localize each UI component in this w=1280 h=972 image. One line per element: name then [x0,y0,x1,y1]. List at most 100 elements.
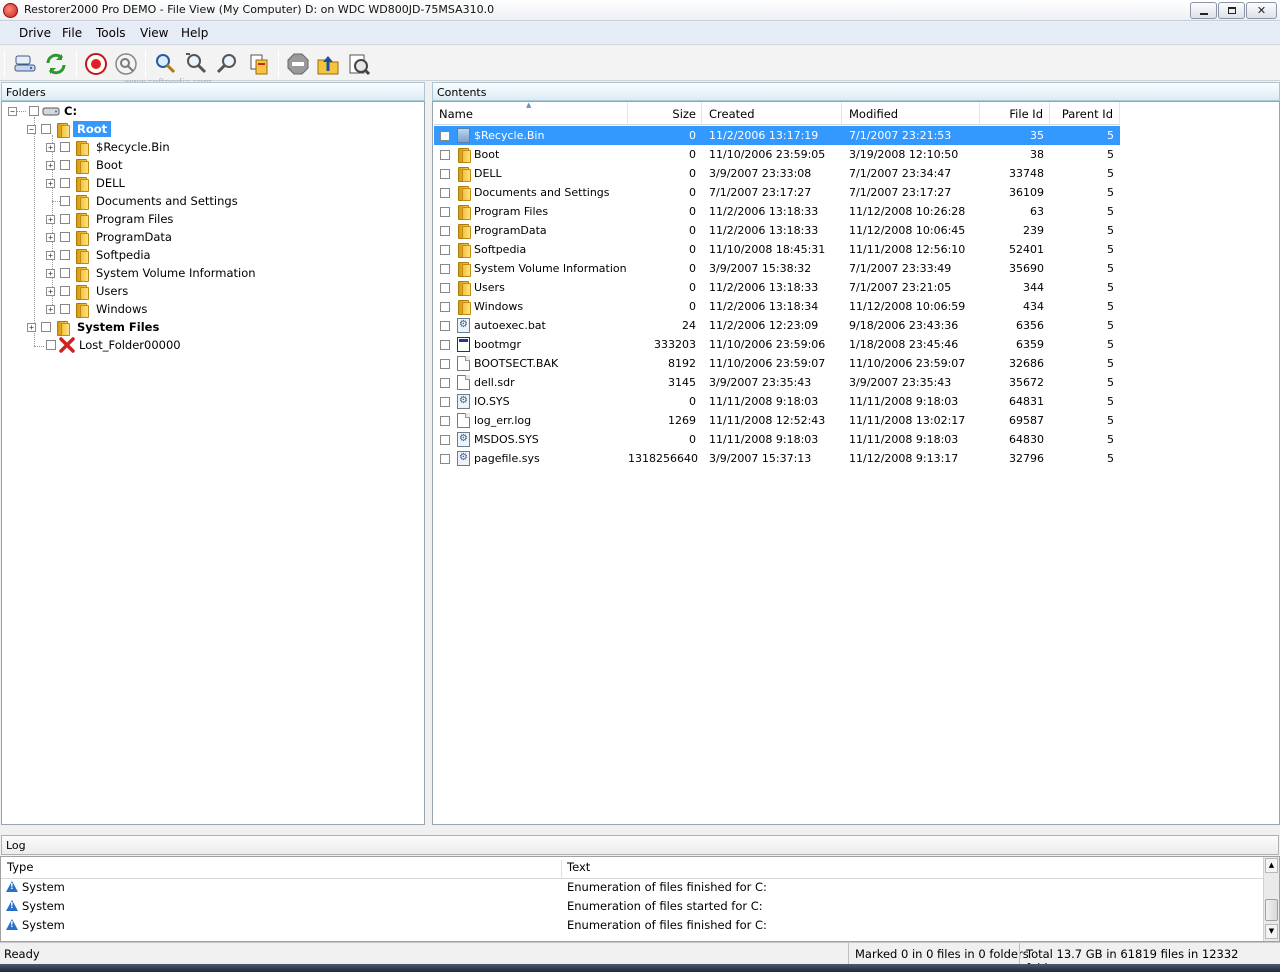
tree-checkbox[interactable] [60,196,70,206]
tree-checkbox[interactable] [41,124,51,134]
copy-button[interactable] [246,51,272,77]
collapse-toggle[interactable]: − [27,124,36,134]
minimize-button[interactable] [1190,2,1217,19]
tree-checkbox[interactable] [60,250,70,260]
row-checkbox[interactable] [440,226,450,236]
column-header-size[interactable]: Size [628,102,702,125]
expand-toggle[interactable]: + [46,142,55,152]
find-previous-button[interactable] [214,51,240,77]
log-row[interactable]: System [6,880,65,899]
column-header-name[interactable]: Name ▲ [434,101,628,125]
row-checkbox[interactable] [440,378,450,388]
table-row[interactable]: log_err.log 1269 11/11/2008 12:52:43 11/11/… [434,411,1120,430]
tree-item-windows[interactable]: + Windows [46,300,147,318]
expand-toggle[interactable]: + [46,250,55,260]
table-row[interactable]: IO.SYS 0 11/11/2008 9:18:03 11/11/2008 9:18… [434,392,1120,411]
tree-item-documents-and-settings[interactable]: Documents and Settings [46,192,238,210]
expand-toggle[interactable]: + [46,268,55,278]
row-checkbox[interactable] [440,283,450,293]
log-column-type[interactable]: Type [7,860,562,878]
tree-checkbox[interactable] [60,142,70,152]
scan-button[interactable] [113,51,139,77]
refresh-button[interactable] [43,51,69,77]
expand-toggle[interactable]: + [46,304,55,314]
tree-item-programdata[interactable]: + ProgramData [46,228,172,246]
scroll-up-button[interactable]: ▲ [1265,858,1278,873]
collapse-toggle[interactable]: − [8,106,17,116]
column-header-parent-id[interactable]: Parent Id [1050,102,1120,125]
scroll-down-button[interactable]: ▼ [1265,924,1278,939]
log-scrollbar[interactable]: ▲ ▼ [1263,857,1279,941]
table-row[interactable]: ProgramData 0 11/2/2006 13:18:33 11/12/2008… [434,221,1120,240]
tree-checkbox[interactable] [41,322,51,332]
table-row[interactable]: pagefile.sys 1318256640 3/9/2007 15:37:13 1… [434,449,1120,468]
maximize-button[interactable] [1218,2,1245,19]
table-row[interactable]: dell.sdr 3145 3/9/2007 23:35:43 3/9/2007 23… [434,373,1120,392]
row-checkbox[interactable] [440,321,450,331]
row-checkbox[interactable] [440,131,450,141]
menu-file[interactable]: File [62,26,82,40]
tree-checkbox[interactable] [60,160,70,170]
table-row[interactable]: Documents and Settings 0 7/1/2007 23:17:27… [434,183,1120,202]
log-column-text[interactable]: Text [567,860,590,874]
tree-checkbox[interactable] [60,304,70,314]
expand-toggle[interactable]: + [46,214,55,224]
tree-checkbox[interactable] [60,232,70,242]
expand-toggle[interactable]: + [46,232,55,242]
tree-item-program-files[interactable]: + Program Files [46,210,173,228]
tree-drive-c[interactable]: − C: [8,102,77,120]
tree-checkbox[interactable] [60,268,70,278]
table-row[interactable]: Users 0 11/2/2006 13:18:33 7/1/2007 23:21:0… [434,278,1120,297]
app-icon[interactable] [3,3,18,18]
table-row[interactable]: Windows 0 11/2/2006 13:18:34 11/12/2008 10:… [434,297,1120,316]
expand-toggle[interactable]: + [27,322,36,332]
row-checkbox[interactable] [440,340,450,350]
table-row[interactable]: bootmgr 333203 11/10/2006 23:59:06 1/18/200… [434,335,1120,354]
row-checkbox[interactable] [440,302,450,312]
column-header-created[interactable]: Created [702,102,842,125]
table-row[interactable]: BOOTSECT.BAK 8192 11/10/2006 23:59:07 11/10… [434,354,1120,373]
expand-toggle[interactable]: + [46,160,55,170]
find-next-button[interactable] [183,51,209,77]
table-row[interactable]: Boot 0 11/10/2006 23:59:05 3/19/2008 12:10:… [434,145,1120,164]
table-row[interactable]: System Volume Information 0 3/9/2007 15:38… [434,259,1120,278]
table-row[interactable]: Softpedia 0 11/10/2008 18:45:31 11/11/2008 … [434,240,1120,259]
tree-item-softpedia[interactable]: + Softpedia [46,246,151,264]
tree-lost-folder[interactable]: Lost_Folder00000 [46,336,181,354]
stop-button[interactable] [285,51,311,77]
expand-toggle[interactable]: + [46,178,55,188]
row-checkbox[interactable] [440,454,450,464]
tree-item-system-volume-information[interactable]: + System Volume Information [46,264,256,282]
find-button[interactable] [152,51,178,77]
menu-drive[interactable]: Drive [19,26,51,40]
properties-button[interactable] [346,51,372,77]
table-row[interactable]: $Recycle.Bin 0 11/2/2006 13:17:19 7/1/2007 … [434,126,1120,145]
tree-item-dell[interactable]: + DELL [46,174,125,192]
expand-toggle[interactable]: + [46,286,55,296]
menu-help[interactable]: Help [181,26,208,40]
connect-drive-button[interactable] [12,51,38,77]
scroll-thumb[interactable] [1265,899,1278,921]
close-button[interactable]: ✕ [1246,2,1277,19]
export-button[interactable] [315,51,341,77]
tree-system-files[interactable]: + System Files [27,318,159,336]
row-checkbox[interactable] [440,245,450,255]
row-checkbox[interactable] [440,264,450,274]
tree-root[interactable]: − Root [27,120,112,138]
tree-checkbox[interactable] [60,178,70,188]
row-checkbox[interactable] [440,359,450,369]
tree-checkbox[interactable] [46,340,56,350]
row-checkbox[interactable] [440,416,450,426]
table-row[interactable]: Program Files 0 11/2/2006 13:18:33 11/12/20… [434,202,1120,221]
tree-item-recycle-bin[interactable]: + $Recycle.Bin [46,138,170,156]
table-row[interactable]: MSDOS.SYS 0 11/11/2008 9:18:03 11/11/2008 9… [434,430,1120,449]
menu-tools[interactable]: Tools [96,26,126,40]
tree-checkbox[interactable] [60,286,70,296]
table-row[interactable]: DELL 0 3/9/2007 23:33:08 7/1/2007 23:34:47 3… [434,164,1120,183]
row-checkbox[interactable] [440,207,450,217]
row-checkbox[interactable] [440,397,450,407]
tree-item-boot[interactable]: + Boot [46,156,122,174]
column-header-file-id[interactable]: File Id [980,102,1050,125]
tree-item-users[interactable]: + Users [46,282,128,300]
row-checkbox[interactable] [440,169,450,179]
